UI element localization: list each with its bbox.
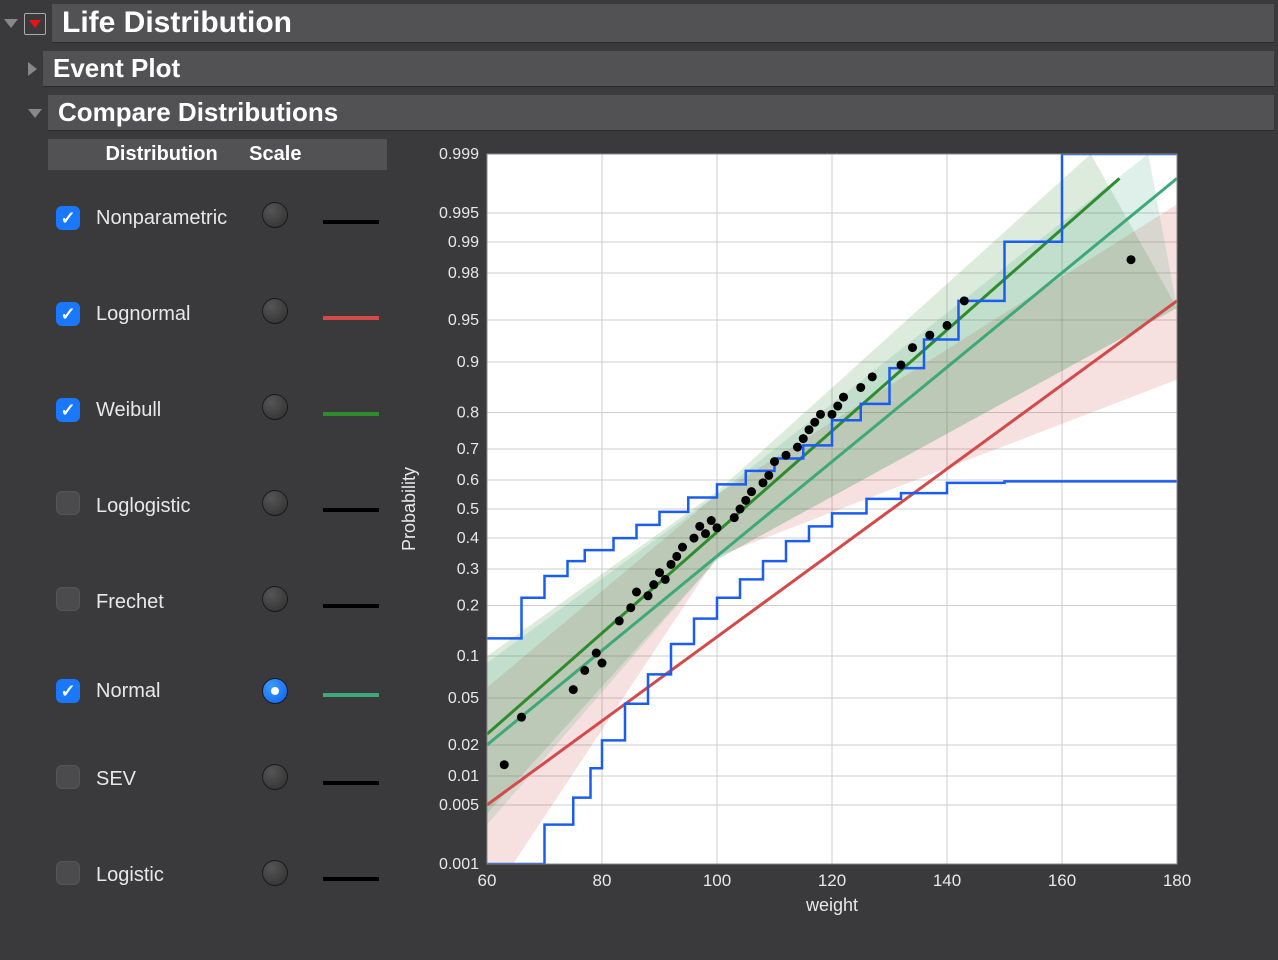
svg-text:180: 180	[1163, 871, 1191, 890]
distribution-name: Weibull	[88, 362, 235, 458]
svg-text:Probability: Probability	[399, 467, 419, 551]
hotspot-icon	[29, 20, 41, 28]
svg-text:0.6: 0.6	[457, 472, 479, 489]
svg-text:weight: weight	[805, 895, 858, 915]
line-color-swatch	[323, 220, 379, 224]
scale-radio[interactable]	[262, 764, 288, 790]
svg-text:140: 140	[933, 871, 961, 890]
distribution-row: Nonparametric	[48, 170, 387, 266]
svg-text:0.5: 0.5	[457, 501, 479, 518]
svg-text:0.4: 0.4	[457, 530, 479, 547]
distribution-checkbox[interactable]	[56, 206, 80, 230]
scale-radio[interactable]	[262, 394, 288, 420]
svg-text:0.7: 0.7	[457, 441, 479, 458]
distribution-name: Nonparametric	[88, 170, 235, 266]
scale-radio[interactable]	[262, 298, 288, 324]
distribution-checkbox[interactable]	[56, 398, 80, 422]
distribution-name: Loglogistic	[88, 458, 235, 554]
scale-radio[interactable]	[262, 860, 288, 886]
report-menu-button[interactable]	[24, 13, 46, 35]
svg-text:0.2: 0.2	[457, 598, 479, 615]
distribution-row: Normal	[48, 650, 387, 732]
svg-text:0.98: 0.98	[448, 265, 479, 282]
svg-text:0.99: 0.99	[448, 234, 479, 251]
line-color-swatch	[323, 412, 379, 416]
distribution-row: Loglogistic	[48, 458, 387, 554]
distribution-checkbox[interactable]	[56, 679, 80, 703]
scale-radio[interactable]	[262, 202, 288, 228]
section-event-plot: Event Plot	[24, 47, 1278, 91]
svg-text:0.001: 0.001	[439, 856, 479, 873]
svg-text:0.8: 0.8	[457, 404, 479, 421]
distribution-row: Frechet	[48, 554, 387, 650]
col-scale: Scale	[235, 139, 315, 170]
svg-text:0.05: 0.05	[448, 690, 479, 707]
report-title: Life Distribution	[52, 4, 1274, 43]
distribution-row: Logistic	[48, 828, 387, 924]
compare-title: Compare Distributions	[48, 95, 1274, 131]
svg-text:80: 80	[593, 871, 612, 890]
distribution-name: Frechet	[88, 554, 235, 650]
svg-text:0.02: 0.02	[448, 737, 479, 754]
distribution-row: SEV	[48, 732, 387, 828]
distribution-name: Lognormal	[88, 266, 235, 362]
svg-text:0.1: 0.1	[457, 648, 479, 665]
section-life-distribution: Life Distribution	[0, 0, 1278, 47]
distribution-checkbox[interactable]	[56, 491, 80, 515]
svg-text:0.95: 0.95	[448, 312, 479, 329]
svg-text:100: 100	[703, 871, 731, 890]
line-color-swatch	[323, 316, 379, 320]
scale-radio[interactable]	[262, 490, 288, 516]
svg-text:0.3: 0.3	[457, 561, 479, 578]
distribution-checkbox[interactable]	[56, 587, 80, 611]
event-plot-title: Event Plot	[43, 51, 1274, 87]
chevron-down-icon[interactable]	[4, 19, 18, 28]
svg-text:120: 120	[818, 871, 846, 890]
line-color-swatch	[323, 604, 379, 608]
distribution-row: Weibull	[48, 362, 387, 458]
chevron-down-icon[interactable]	[28, 109, 42, 118]
svg-text:0.9: 0.9	[457, 354, 479, 371]
line-color-swatch	[323, 877, 379, 881]
svg-text:0.005: 0.005	[439, 797, 479, 814]
distribution-row: Lognormal	[48, 266, 387, 362]
distribution-name: SEV	[88, 732, 235, 828]
svg-text:160: 160	[1048, 871, 1076, 890]
section-compare-distributions: Compare Distributions	[24, 91, 1278, 135]
svg-text:60: 60	[478, 871, 497, 890]
scale-radio[interactable]	[262, 678, 288, 704]
distribution-checkbox[interactable]	[56, 302, 80, 326]
distribution-checkbox[interactable]	[56, 861, 80, 885]
col-distribution: Distribution	[88, 139, 235, 170]
svg-text:0.995: 0.995	[439, 205, 479, 222]
chevron-right-icon[interactable]	[28, 62, 37, 76]
scale-radio[interactable]	[262, 586, 288, 612]
distribution-checkbox[interactable]	[56, 765, 80, 789]
compare-body: Distribution Scale NonparametricLognorma…	[48, 135, 1278, 924]
line-color-swatch	[323, 693, 379, 697]
distribution-name: Logistic	[88, 828, 235, 924]
svg-text:0.999: 0.999	[439, 146, 479, 163]
line-color-swatch	[323, 508, 379, 512]
probability-plot[interactable]: 60 80 100 120 140 160 180 0.001 0.005 0.01 0.02 0.0…	[397, 139, 1197, 924]
distribution-name: Normal	[88, 650, 235, 732]
distribution-table: Distribution Scale NonparametricLognorma…	[48, 139, 387, 924]
line-color-swatch	[323, 781, 379, 785]
svg-text:0.01: 0.01	[448, 768, 479, 785]
